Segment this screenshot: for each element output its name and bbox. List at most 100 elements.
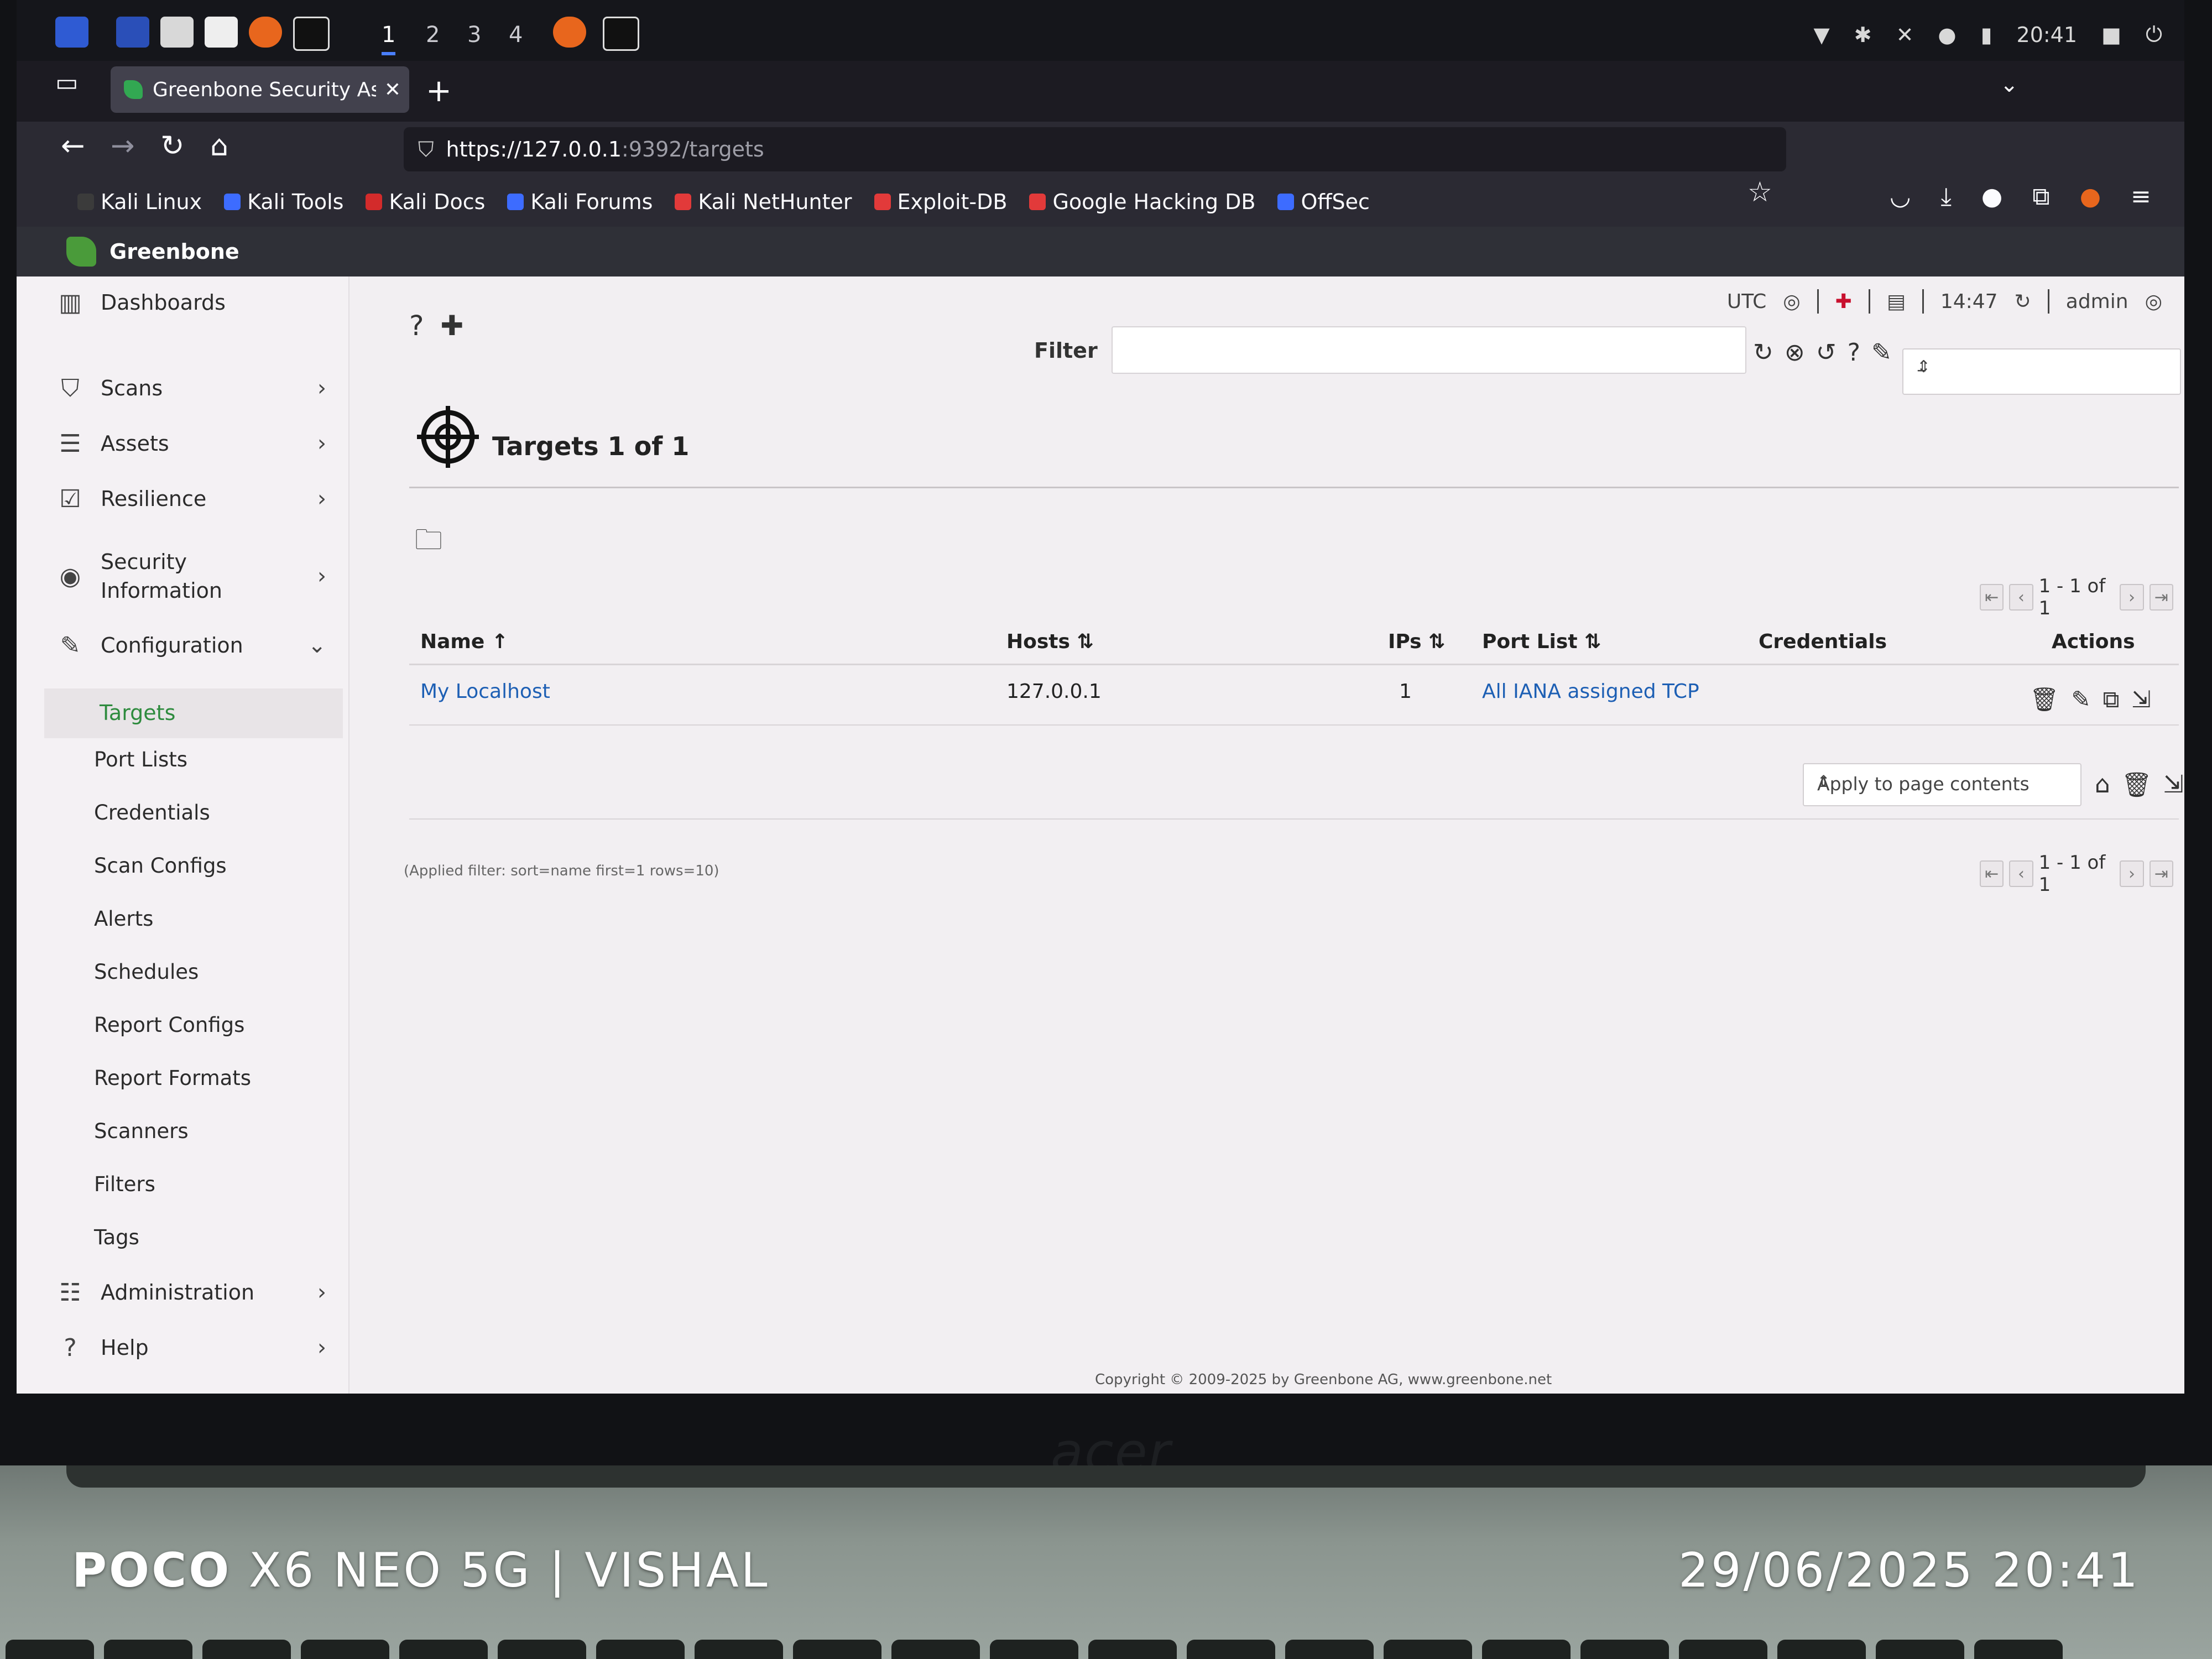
previous-page-icon[interactable]: ‹ — [2009, 584, 2033, 611]
bookmark-kali-linux[interactable]: Kali Linux — [77, 190, 202, 214]
menu-icon[interactable]: ≡ — [2131, 182, 2151, 211]
filter-input[interactable] — [1112, 326, 1746, 374]
target-name-link[interactable]: My Localhost — [420, 680, 550, 703]
forward-button[interactable]: → — [111, 129, 135, 163]
sidebar-subitem-report-configs[interactable]: Report Configs — [94, 1013, 244, 1037]
text-editor-icon[interactable] — [205, 17, 238, 48]
workspace-4[interactable]: 4 — [509, 22, 523, 48]
back-button[interactable]: ← — [61, 129, 85, 163]
url-bar[interactable]: ⛉ https://127.0.0.1 :9392/targets — [404, 127, 1786, 171]
download-icon[interactable]: ⤓ — [1940, 182, 1951, 211]
account-icon[interactable]: ● — [1981, 182, 2002, 211]
clone-icon[interactable]: ⧉ — [2103, 686, 2120, 713]
lock-icon[interactable]: ■ — [2101, 23, 2121, 47]
remove-filter-icon[interactable]: ⊗ — [1785, 338, 1805, 367]
power-icon[interactable]: ⏻ — [2146, 22, 2162, 47]
sidebar-item-dashboards[interactable]: ▥ Dashboards — [55, 288, 337, 317]
bookmark-star-icon[interactable]: ☆ — [1747, 176, 1772, 208]
browser-nav-bar: ← → ↻ ⌂ ⛉ https://127.0.0.1 :9392/target… — [17, 122, 2184, 177]
bulk-delete-icon[interactable]: 🗑 — [2121, 770, 2152, 799]
sidebar-subitem-alerts[interactable]: Alerts — [94, 907, 153, 931]
filter-select[interactable]: – ⇕ — [1902, 348, 2181, 395]
terminal-icon[interactable] — [293, 17, 330, 51]
pocket-icon[interactable]: ◡ — [1890, 182, 1911, 211]
bookmark-kali-nethunter[interactable]: Kali NetHunter — [675, 190, 852, 214]
list-all-tabs-icon[interactable]: ⌄ — [2000, 72, 2018, 97]
wifi-icon[interactable]: ▼ — [1814, 23, 1830, 47]
bookmark-kali-forums[interactable]: Kali Forums — [507, 190, 653, 214]
bookmark-offsec[interactable]: OffSec — [1277, 190, 1370, 214]
kali-menu-icon[interactable] — [55, 17, 88, 48]
tag-icon[interactable]: ⌂ — [2095, 770, 2110, 799]
sidebar-subitem-report-formats[interactable]: Report Formats — [94, 1066, 251, 1090]
export-icon[interactable]: ⇲ — [2132, 686, 2151, 713]
bookmark-kali-tools[interactable]: Kali Tools — [224, 190, 343, 214]
firefox-window-icon[interactable] — [553, 17, 586, 48]
delete-icon[interactable]: 🗑 — [2030, 686, 2059, 713]
sidebar-item-configuration[interactable]: ✎ Configuration ⌄ — [55, 630, 337, 660]
new-target-icon[interactable]: ✚ — [441, 310, 464, 342]
port-list-link[interactable]: All IANA assigned TCP — [1482, 680, 1699, 703]
sidebar-item-security-information[interactable]: ◉ Security Information › — [55, 547, 337, 605]
edit-filter-icon[interactable]: ✎ — [1871, 338, 1892, 367]
edit-icon[interactable]: ✎ — [2071, 686, 2090, 713]
file-manager-icon[interactable] — [160, 17, 194, 48]
column-hosts[interactable]: Hosts ⇅ — [1006, 630, 1094, 653]
column-port-list[interactable]: Port List ⇅ — [1482, 630, 1601, 653]
first-page-icon[interactable]: ⇤ — [1980, 584, 2004, 611]
bulk-export-icon[interactable]: ⇲ — [2163, 770, 2184, 799]
sidebar-subitem-schedules[interactable]: Schedules — [94, 960, 199, 984]
folder-icon[interactable]: 🗀 — [415, 520, 442, 567]
app-name: Greenbone — [109, 239, 239, 264]
sidebar-subitem-targets[interactable]: Targets — [44, 688, 343, 738]
divider — [409, 818, 2179, 820]
workspace-1[interactable]: 1 — [382, 22, 396, 55]
workspace-3[interactable]: 3 — [467, 22, 481, 48]
previous-page-icon[interactable]: ‹ — [2009, 860, 2033, 887]
sidebar-item-assets[interactable]: ☰ Assets › — [55, 429, 337, 458]
reset-filter-icon[interactable]: ↺ — [1816, 338, 1837, 367]
sidebar-item-help[interactable]: ? Help › — [55, 1333, 337, 1363]
sidebar-subitem-tags[interactable]: Tags — [94, 1225, 139, 1249]
sidebar-subitem-port-lists[interactable]: Port Lists — [94, 748, 187, 771]
filter-help-icon[interactable]: ? — [1848, 338, 1860, 367]
sidebar-subitem-scan-configs[interactable]: Scan Configs — [94, 854, 227, 878]
bulk-scope-select[interactable]: Apply to page contents ⇕ — [1803, 763, 2081, 806]
extensions-icon[interactable]: ⧉ — [2032, 182, 2049, 211]
desktop-icon[interactable] — [116, 17, 149, 48]
reload-button[interactable]: ↻ — [160, 129, 185, 163]
extension-active-icon[interactable]: ● — [2080, 182, 2101, 211]
bookmark-exploit-db[interactable]: Exploit-DB — [874, 190, 1007, 214]
browser-tab[interactable]: Greenbone Security Assis ✕ — [111, 66, 409, 113]
close-tab-icon[interactable]: ✕ — [376, 79, 409, 101]
shield-lock-icon[interactable]: ⛉ — [418, 137, 434, 162]
bookmark-kali-docs[interactable]: Kali Docs — [366, 190, 485, 214]
sidebar-item-administration[interactable]: ☷ Administration › — [55, 1277, 337, 1307]
next-page-icon[interactable]: › — [2120, 584, 2144, 611]
home-button[interactable]: ⌂ — [210, 129, 228, 163]
sidebar-subitem-filters[interactable]: Filters — [94, 1172, 155, 1196]
sidebar-item-scans[interactable]: ⛉ Scans › — [55, 373, 337, 403]
mute-icon[interactable]: ✕ — [1896, 23, 1914, 47]
greenbone-logo-icon[interactable] — [66, 237, 96, 267]
help-icon[interactable]: ? — [409, 310, 424, 342]
terminal-window-icon[interactable] — [603, 17, 639, 51]
column-name[interactable]: Name ↑ — [420, 630, 508, 653]
workspace-2[interactable]: 2 — [426, 22, 440, 48]
last-page-icon[interactable]: ⇥ — [2149, 860, 2173, 887]
refresh-filter-icon[interactable]: ↻ — [1753, 338, 1773, 367]
column-ips[interactable]: IPs ⇅ — [1388, 630, 1445, 653]
new-tab-button[interactable]: + — [426, 73, 452, 109]
battery-icon[interactable]: ▮ — [1981, 23, 1992, 47]
bookmark-google-hacking-db[interactable]: Google Hacking DB — [1029, 190, 1255, 214]
tab-overview-icon[interactable]: ▭ — [55, 69, 79, 97]
first-page-icon[interactable]: ⇤ — [1980, 860, 2004, 887]
sidebar-item-resilience[interactable]: ☑ Resilience › — [55, 484, 337, 514]
sidebar-subitem-scanners[interactable]: Scanners — [94, 1119, 189, 1143]
last-page-icon[interactable]: ⇥ — [2149, 584, 2173, 611]
bluetooth-icon[interactable]: ✱ — [1854, 23, 1872, 47]
sidebar-subitem-credentials[interactable]: Credentials — [94, 801, 210, 825]
bell-icon[interactable]: ● — [1938, 23, 1956, 47]
firefox-icon[interactable] — [249, 17, 282, 48]
next-page-icon[interactable]: › — [2120, 860, 2144, 887]
